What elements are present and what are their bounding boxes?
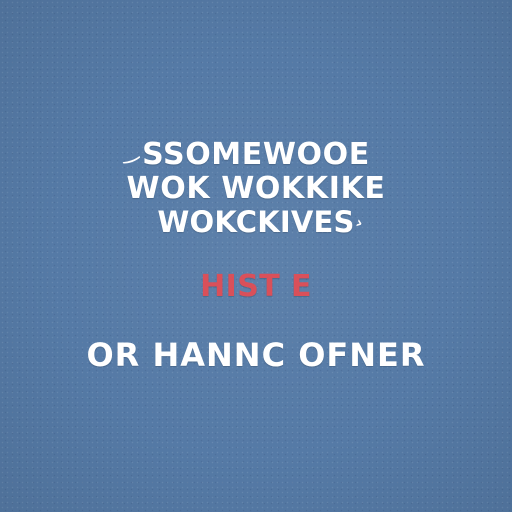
- text-line-2: WOK WOKKIKE: [126, 171, 386, 206]
- background-vignette: [0, 0, 512, 512]
- text-line-3: WOKCKIVES: [157, 205, 355, 239]
- background-texture: [0, 0, 512, 512]
- accent-text-line: HIST E: [200, 269, 312, 304]
- text-line-1: SSOMEWOOE: [142, 137, 370, 172]
- text-line-5: OR HANNC OFNER: [86, 336, 426, 374]
